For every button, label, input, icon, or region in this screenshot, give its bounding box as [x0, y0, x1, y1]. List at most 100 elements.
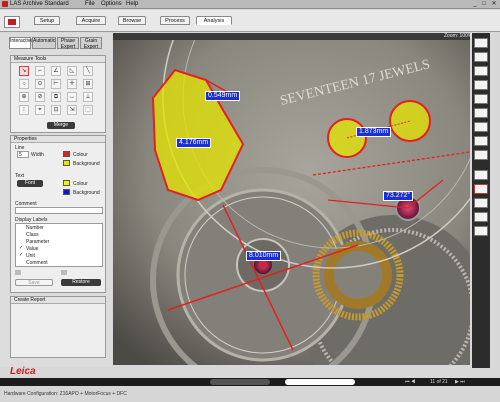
value-check-icon[interactable]: ✓ [19, 245, 23, 251]
app-logo-icon [2, 1, 8, 7]
leica-logo: Leica [10, 366, 36, 377]
diagonal-tool-icon[interactable]: ╲ [83, 66, 93, 76]
page-indicator: 11 of 21 [430, 379, 448, 385]
rect-tool-icon[interactable]: ⊡ [51, 105, 61, 115]
grid-tool-icon[interactable]: ⊞ [83, 79, 93, 89]
display-label-number: Number [26, 225, 44, 231]
toolbar-icon-2[interactable] [474, 52, 488, 62]
polygon-tool-icon[interactable]: ◺ [67, 66, 77, 76]
select-area-tool-icon[interactable]: ⬚ [83, 105, 93, 115]
toolbar-icon-5[interactable] [474, 94, 488, 104]
line-background-swatch[interactable] [63, 160, 70, 166]
background-label: Background [73, 161, 100, 167]
menu-help[interactable]: Help [126, 1, 138, 7]
circle-tool-icon[interactable]: ○ [19, 79, 29, 89]
display-label-value: Value [26, 246, 39, 252]
nav-first-icon[interactable]: ⏮ ◀ [405, 379, 415, 385]
toolbar-icon-14[interactable] [474, 226, 488, 236]
font-button[interactable]: Font [17, 180, 43, 187]
menu-options[interactable]: Options [101, 1, 122, 7]
tab-process[interactable]: Process [160, 16, 190, 25]
tab-interactive[interactable]: Interactive [9, 37, 33, 49]
toolbar-icon-11[interactable] [474, 184, 488, 194]
tab-browse[interactable]: Browse [118, 16, 146, 25]
text-background-swatch[interactable] [63, 189, 70, 195]
text-colour-label: Colour [73, 181, 88, 187]
distance-tool-icon[interactable]: ↔ [67, 92, 77, 102]
toolbar-icon-10[interactable] [474, 170, 488, 180]
create-report-panel: Create Report [10, 296, 106, 358]
menu-file[interactable]: File [85, 1, 95, 7]
close-button[interactable]: ✕ [490, 1, 498, 8]
app-title: LAS Archive Standard [10, 1, 69, 7]
properties-title: Properties [11, 136, 105, 143]
tab-acquire[interactable]: Acquire [76, 16, 106, 25]
toolbar-icon-13[interactable] [474, 212, 488, 222]
add-point-tool-icon[interactable]: ⊕ [19, 92, 29, 102]
toolbar-icon-12[interactable] [474, 198, 488, 208]
slider-track[interactable] [210, 379, 270, 385]
restore-button[interactable]: Restore [61, 279, 101, 286]
display-label-number-check[interactable] [18, 225, 19, 231]
tab-setup[interactable]: Setup [34, 16, 60, 25]
merge-button[interactable]: Merge [47, 122, 75, 129]
line-tool-icon[interactable]: ⌐ [35, 66, 45, 76]
toolbar-icon-9[interactable] [474, 150, 488, 160]
zoom-out-icon[interactable] [474, 122, 488, 132]
angle-tool-icon[interactable]: ∠ [51, 66, 61, 76]
comment-input[interactable] [15, 207, 103, 214]
width-label: Width [31, 152, 44, 158]
unit-check-icon[interactable]: ✓ [19, 252, 23, 258]
display-label-parameter: Parameter [26, 239, 50, 245]
text-colour-swatch[interactable] [63, 180, 70, 186]
copy-tool-icon[interactable]: ⧉ [51, 92, 61, 102]
line-colour-swatch[interactable] [63, 151, 70, 157]
minimize-button[interactable]: _ [471, 1, 479, 8]
zoom-fit-icon[interactable] [474, 136, 488, 146]
measurement-label-3[interactable]: 1.873mm [356, 127, 392, 137]
viewer-header [113, 33, 470, 40]
toolbar-icon-4[interactable] [474, 80, 488, 90]
watch-movement-image: SEVENTEEN 17 JEWELS [113, 40, 470, 365]
image-viewer[interactable]: SEVENTEEN 17 JEWELS 0.549mm 4.176mm 1.87… [113, 40, 470, 365]
restore-checkbox[interactable] [61, 270, 67, 275]
maximize-button[interactable]: □ [480, 1, 488, 8]
image-name-field[interactable] [285, 379, 355, 385]
toolbar-icon-1[interactable] [474, 38, 488, 48]
measurement-label-2[interactable]: 4.176mm [176, 138, 212, 148]
navigation-bar: ⏮ ◀ 11 of 21 ▶ ⏭ [0, 378, 500, 386]
print-icon[interactable] [474, 66, 488, 76]
save-button[interactable]: Save [15, 279, 53, 286]
zoom-in-icon[interactable] [474, 108, 488, 118]
tab-phase-expert[interactable]: Phase Expert [57, 37, 79, 49]
measurement-label-5[interactable]: 8.010mm [246, 251, 282, 261]
parallel-tool-icon[interactable]: ⊢ [51, 79, 61, 89]
measurement-label-4[interactable]: 73.272° [383, 191, 414, 201]
nav-last-icon[interactable]: ▶ ⏭ [455, 379, 465, 385]
leica-menu-icon[interactable] [4, 16, 20, 28]
measure-tools-panel: Measure Tools ↘ ⌐ ∠ ◺ ╲ ○ ⊙ ⊢ ✛ ⊞ ⊕ ⊘ ⧉ … [10, 55, 106, 133]
tab-grain-expert[interactable]: Grain Expert [80, 37, 102, 49]
tab-automatic[interactable]: Automatic [32, 37, 56, 49]
hardware-config: Hardware Configuration: Z16APO + MotorFo… [4, 391, 127, 397]
remove-tool-icon[interactable]: ⊘ [35, 92, 45, 102]
measurement-label-1[interactable]: 0.549mm [205, 91, 241, 101]
target-tool-icon[interactable]: ⌖ [35, 105, 45, 115]
count-tool-icon[interactable]: ⁝ [19, 105, 29, 115]
workflow-tabs: Setup Acquire Browse Process Analysis [0, 10, 500, 38]
colour-label: Colour [73, 152, 88, 158]
create-report-title[interactable]: Create Report [11, 297, 105, 304]
perpendicular-tool-icon[interactable]: ⟂ [83, 92, 93, 102]
cross-tool-icon[interactable]: ✛ [67, 79, 77, 89]
resize-tool-icon[interactable]: ⇲ [67, 105, 77, 115]
measure-tools-title: Measure Tools [11, 56, 105, 63]
line-width-input[interactable]: 5 [17, 151, 29, 158]
display-label-class: Class [26, 232, 39, 238]
display-labels-list: Number Class Parameter ✓ Value ✓ Unit Comm… [15, 223, 103, 267]
center-circle-tool-icon[interactable]: ⊙ [35, 79, 45, 89]
text-section-label: Text [15, 173, 25, 179]
save-checkbox[interactable] [15, 270, 21, 275]
tab-analysis[interactable]: Analysis [196, 16, 232, 25]
arrow-tool-icon[interactable]: ↘ [19, 66, 29, 76]
text-background-label: Background [73, 190, 100, 196]
